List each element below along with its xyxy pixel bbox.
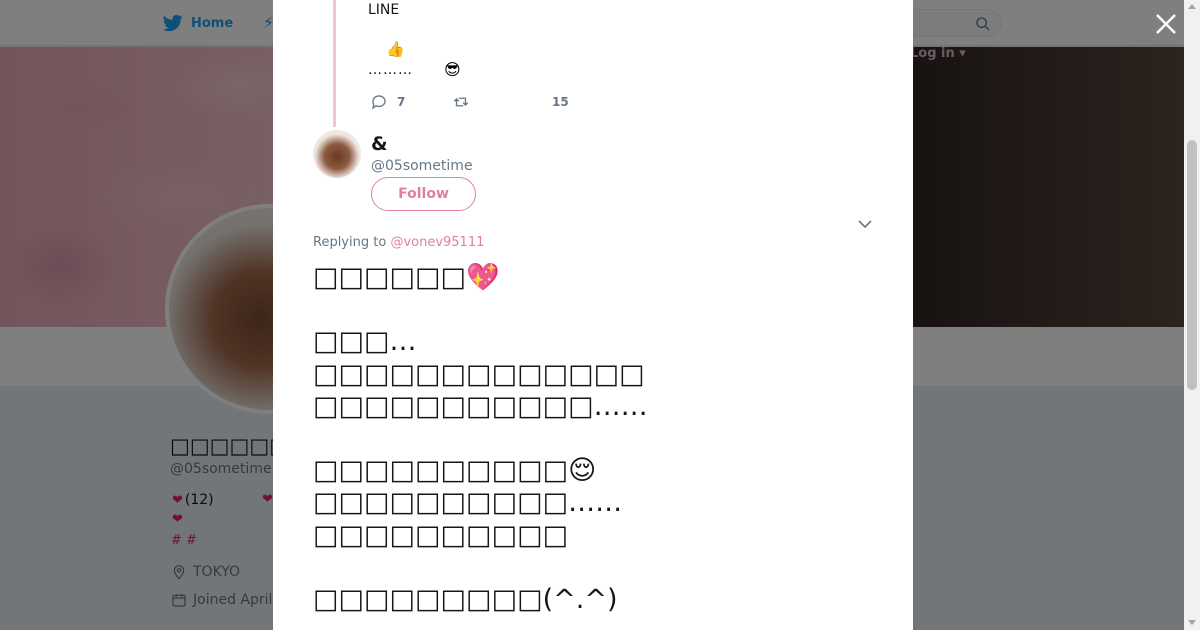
retweet-button[interactable] (452, 93, 552, 111)
parent-tweet-dots: ……… (368, 62, 413, 78)
retweet-icon (453, 97, 469, 107)
chevron-down-icon (858, 220, 872, 229)
follow-button[interactable]: Follow (371, 177, 476, 211)
tweet-text: □□□□□□💖 □□□… □□□□□□□□□□□□□ □□□□□□□□□□□……… (313, 262, 648, 616)
sunglasses-emoji: 😎 (444, 60, 461, 79)
avatar[interactable] (313, 130, 361, 178)
reply-icon (371, 95, 386, 110)
replying-prefix: Replying to (313, 235, 391, 250)
reply-button[interactable]: 7 (370, 93, 452, 111)
parent-tweet-text: LINE (368, 2, 400, 18)
close-icon (1156, 14, 1176, 34)
thumbs-up-emoji: 👍 (386, 40, 405, 58)
scrollbar[interactable] (1184, 0, 1200, 630)
parent-tweet[interactable]: LINE 👍 ……… 😎 7 15 (273, 0, 913, 127)
author-display-name[interactable]: & (371, 133, 388, 155)
more-options-button[interactable] (858, 214, 872, 229)
parent-tweet-actions: 7 15 (370, 93, 569, 111)
scroll-up-arrow[interactable] (1188, 4, 1196, 9)
thread-connector (333, 0, 336, 127)
scrollbar-thumb[interactable] (1187, 140, 1197, 390)
reply-count: 7 (397, 95, 406, 109)
tweet-header: & @05sometime Follow (313, 130, 873, 229)
tweet-modal: LINE 👍 ……… 😎 7 15 & @05sometime Follow R… (273, 0, 913, 630)
scroll-down-arrow[interactable] (1188, 620, 1196, 625)
like-count: 15 (552, 95, 569, 109)
replying-to-link[interactable]: @vonev95111 (390, 235, 484, 250)
close-button[interactable] (1154, 12, 1178, 36)
like-button[interactable]: 15 (552, 95, 569, 109)
author-screen-name[interactable]: @05sometime (371, 158, 473, 174)
replying-to: Replying to @vonev95111 (313, 235, 484, 250)
